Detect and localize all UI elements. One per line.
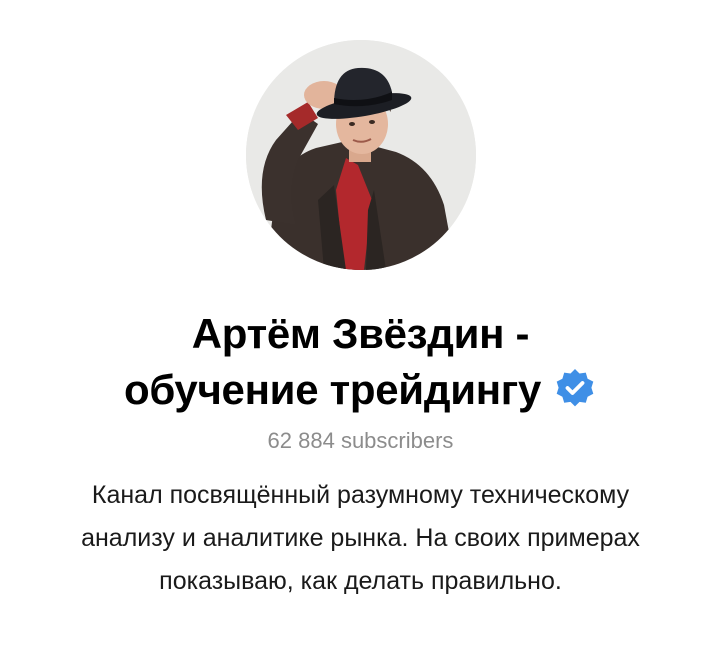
channel-title-line-2: обучение трейдингу <box>61 362 661 418</box>
channel-avatar[interactable] <box>245 40 476 270</box>
channel-description: Канал посвящённый разумному техническому… <box>11 474 711 603</box>
channel-profile: Артём Звёздин - обучение трейдингу 62 88… <box>0 0 721 645</box>
verified-badge-icon <box>553 367 597 411</box>
channel-avatar-photo <box>245 40 476 270</box>
channel-title: Артём Звёздин - обучение трейдингу <box>61 306 661 418</box>
description-line: Канал посвящённый разумному техническому <box>91 481 630 509</box>
subscriber-count: 62 884 subscribers <box>267 428 454 453</box>
description-line: анализу и аналитике рынка. На своих прим… <box>81 524 640 552</box>
channel-title-line-2-text: обучение трейдингу <box>123 366 542 413</box>
channel-title-line-1: Артём Звёздин - <box>191 310 530 357</box>
description-line: показываю, как делать правильно. <box>159 567 562 595</box>
